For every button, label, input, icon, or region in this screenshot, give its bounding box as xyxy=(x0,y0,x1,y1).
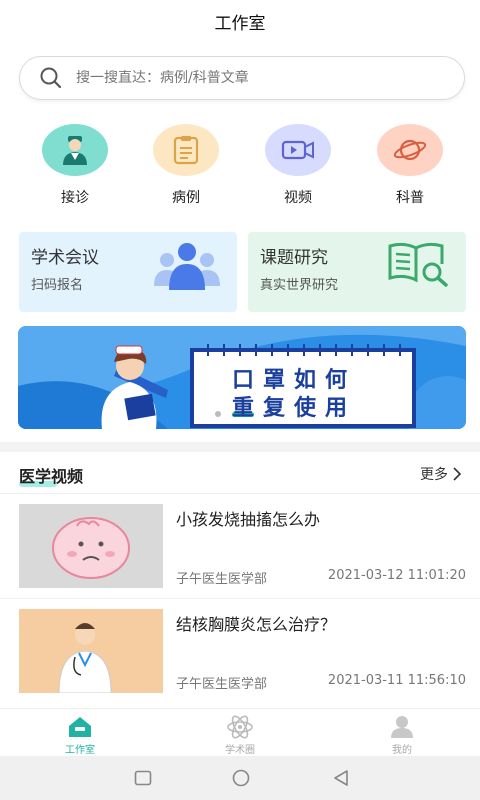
video-camera-icon xyxy=(265,124,331,176)
card-title: 学术会议 xyxy=(31,248,99,268)
clipboard-icon xyxy=(153,124,219,176)
doctor-illustration-icon xyxy=(19,609,163,693)
page-title: 工作室 xyxy=(214,13,266,34)
section-divider xyxy=(0,442,480,452)
video-thumbnail xyxy=(19,609,163,693)
quick-action-cases[interactable]: 病例 xyxy=(151,124,221,207)
quick-action-label: 科普 xyxy=(396,190,424,206)
tab-label: 工作室 xyxy=(65,745,95,756)
card-title: 课题研究 xyxy=(260,248,328,268)
promo-banner[interactable]: 口罩如何 重复使用 xyxy=(18,326,466,429)
quick-action-label: 病例 xyxy=(172,190,200,206)
back-icon[interactable] xyxy=(332,769,350,787)
more-link[interactable]: 更多 xyxy=(420,464,462,484)
video-time: 2021-03-12 11:01:20 xyxy=(327,568,466,583)
user-icon xyxy=(391,716,413,738)
planet-icon xyxy=(377,124,443,176)
tab-mine[interactable]: 我的 xyxy=(362,715,442,756)
app-root: 工作室 接诊 xyxy=(0,0,480,800)
header: 工作室 xyxy=(0,0,480,42)
video-source: 子午医生医学部 xyxy=(176,677,268,692)
card-topic-research[interactable]: 课题研究 真实世界研究 xyxy=(248,232,466,312)
quick-action-science[interactable]: 科普 xyxy=(375,124,445,207)
system-nav-bar xyxy=(0,756,480,800)
card-academic-conference[interactable]: 学术会议 扫码报名 xyxy=(19,232,237,312)
search-icon xyxy=(40,67,62,89)
tab-label: 学术圈 xyxy=(225,745,255,756)
quick-action-label: 接诊 xyxy=(61,190,89,206)
chevron-right-icon xyxy=(453,467,462,481)
card-subtitle: 真实世界研究 xyxy=(260,278,339,293)
quick-action-label: 视频 xyxy=(284,190,312,206)
section-header-medical-video: 医学视频 更多 xyxy=(0,452,480,492)
home-icon xyxy=(69,717,91,737)
video-source: 子午医生医学部 xyxy=(176,572,268,587)
quick-actions: 接诊 病例 视频 科普 xyxy=(0,124,480,214)
recent-apps-icon[interactable] xyxy=(134,770,152,786)
bottom-tab-bar: 工作室 学术圈 我的 xyxy=(0,708,480,756)
quick-action-reception[interactable]: 接诊 xyxy=(40,124,110,207)
banner-line-2: 重复使用 xyxy=(232,396,357,421)
video-time: 2021-03-11 11:56:10 xyxy=(327,673,466,688)
people-icon xyxy=(154,243,220,290)
home-button-icon[interactable] xyxy=(232,769,250,787)
book-search-icon xyxy=(388,242,448,287)
video-item[interactable]: 结核胸膜炎怎么治疗？ 子午医生医学部 2021-03-11 11:56:10 xyxy=(0,598,480,702)
search-input[interactable] xyxy=(76,70,416,86)
doctor-icon xyxy=(42,124,108,176)
video-title: 小孩发烧抽搐怎么办 xyxy=(176,510,321,529)
section-title: 医学视频 xyxy=(19,467,84,486)
more-label: 更多 xyxy=(420,467,448,483)
video-item[interactable]: 小孩发烧抽搐怎么办 子午医生医学部 2021-03-12 11:01:20 xyxy=(0,493,480,597)
tab-label: 我的 xyxy=(392,745,412,756)
video-title: 结核胸膜炎怎么治疗？ xyxy=(176,615,337,634)
quick-action-video[interactable]: 视频 xyxy=(263,124,333,207)
tab-studio[interactable]: 工作室 xyxy=(40,715,120,756)
sick-baby-icon xyxy=(19,504,163,588)
search-bar[interactable] xyxy=(19,56,465,100)
tab-academic-circle[interactable]: 学术圈 xyxy=(200,715,280,756)
atom-icon xyxy=(227,715,253,739)
video-thumbnail xyxy=(19,504,163,588)
card-subtitle: 扫码报名 xyxy=(31,278,84,293)
